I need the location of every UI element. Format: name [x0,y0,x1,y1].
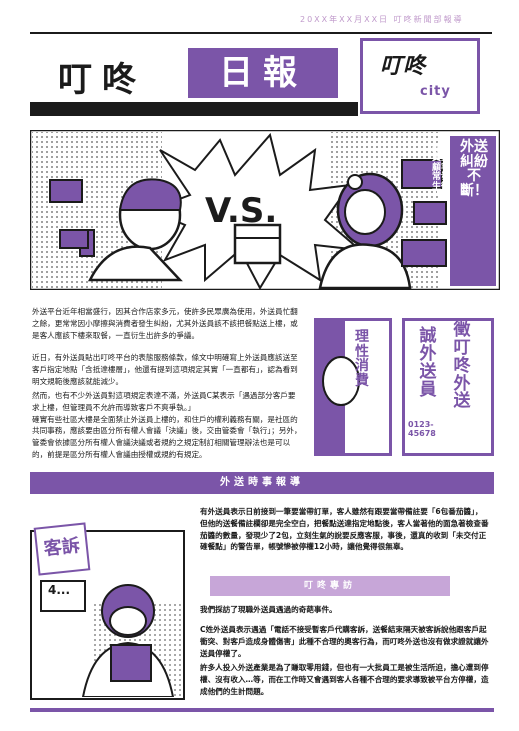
interview-lead: 我們採訪了現職外送員遇過的奇葩事件。 [200,605,337,614]
masthead-title: 叮咚 [58,60,146,100]
interview-paragraph-2: 許多人投入外送產業是為了賺取零用錢，但也有一大批員工是被生活所迫，擔心遭到停權、… [200,663,489,696]
logo-city: city [420,84,451,99]
panel-a-text: 理性消費 [355,329,369,390]
article-paragraph-1: 外送平台近年相當盛行，因其合作店家多元，使許多民眾廣為使用，外送員忙翻之餘，更常… [32,307,298,340]
logo-name: 叮咚 [380,54,427,79]
article-paragraph-3: 然而，也有不少外送員對這項規定表達不滿，外送員C某表示「遇過部分客戶要求上樓，但… [32,391,302,459]
header-divider [30,32,492,34]
phone-bubble-text: 4... [48,583,71,597]
masthead-title-highlight: 日報 [188,48,338,98]
hero-side-title: 外送糾紛不斷！ [460,139,488,200]
footer-divider [30,708,494,712]
masthead-underline [30,102,358,116]
news-body: 有外送員表示日前接到一筆要當帶訂單，客人雖然有跟要當帶備註要「6包番茄醬」，但他… [200,507,489,552]
panel-b-col2: 徵叮咚外送 [453,320,471,412]
complaint-badge: 客訴 [33,522,91,576]
report-date: 20XX年XX月XX日 叮咚新聞部報導 [300,15,464,24]
panel-b-col1: 誠外送員 [419,326,437,400]
article-paragraph-2: 近日，有外送員貼出叮咚平台的表態服務條款，條文中明確寫上外送員應該送至客戶指定地… [32,353,298,386]
interview-paragraph-1: C姓外送員表示遇過「電話不接受暫客戶代購客訴，送餐結束隔天被客訴說他跟客戶起衝突… [200,625,489,658]
news-section-title: 外送時事報導 [30,472,494,494]
interview-section-title: 叮咚專訪 [210,576,450,596]
hero-side-subtitle: 外送員與顧客常發生衝突 [432,144,451,202]
panel-b-phone: 0123-45678 [408,420,436,438]
hero-illustration: V.S. [30,130,500,290]
